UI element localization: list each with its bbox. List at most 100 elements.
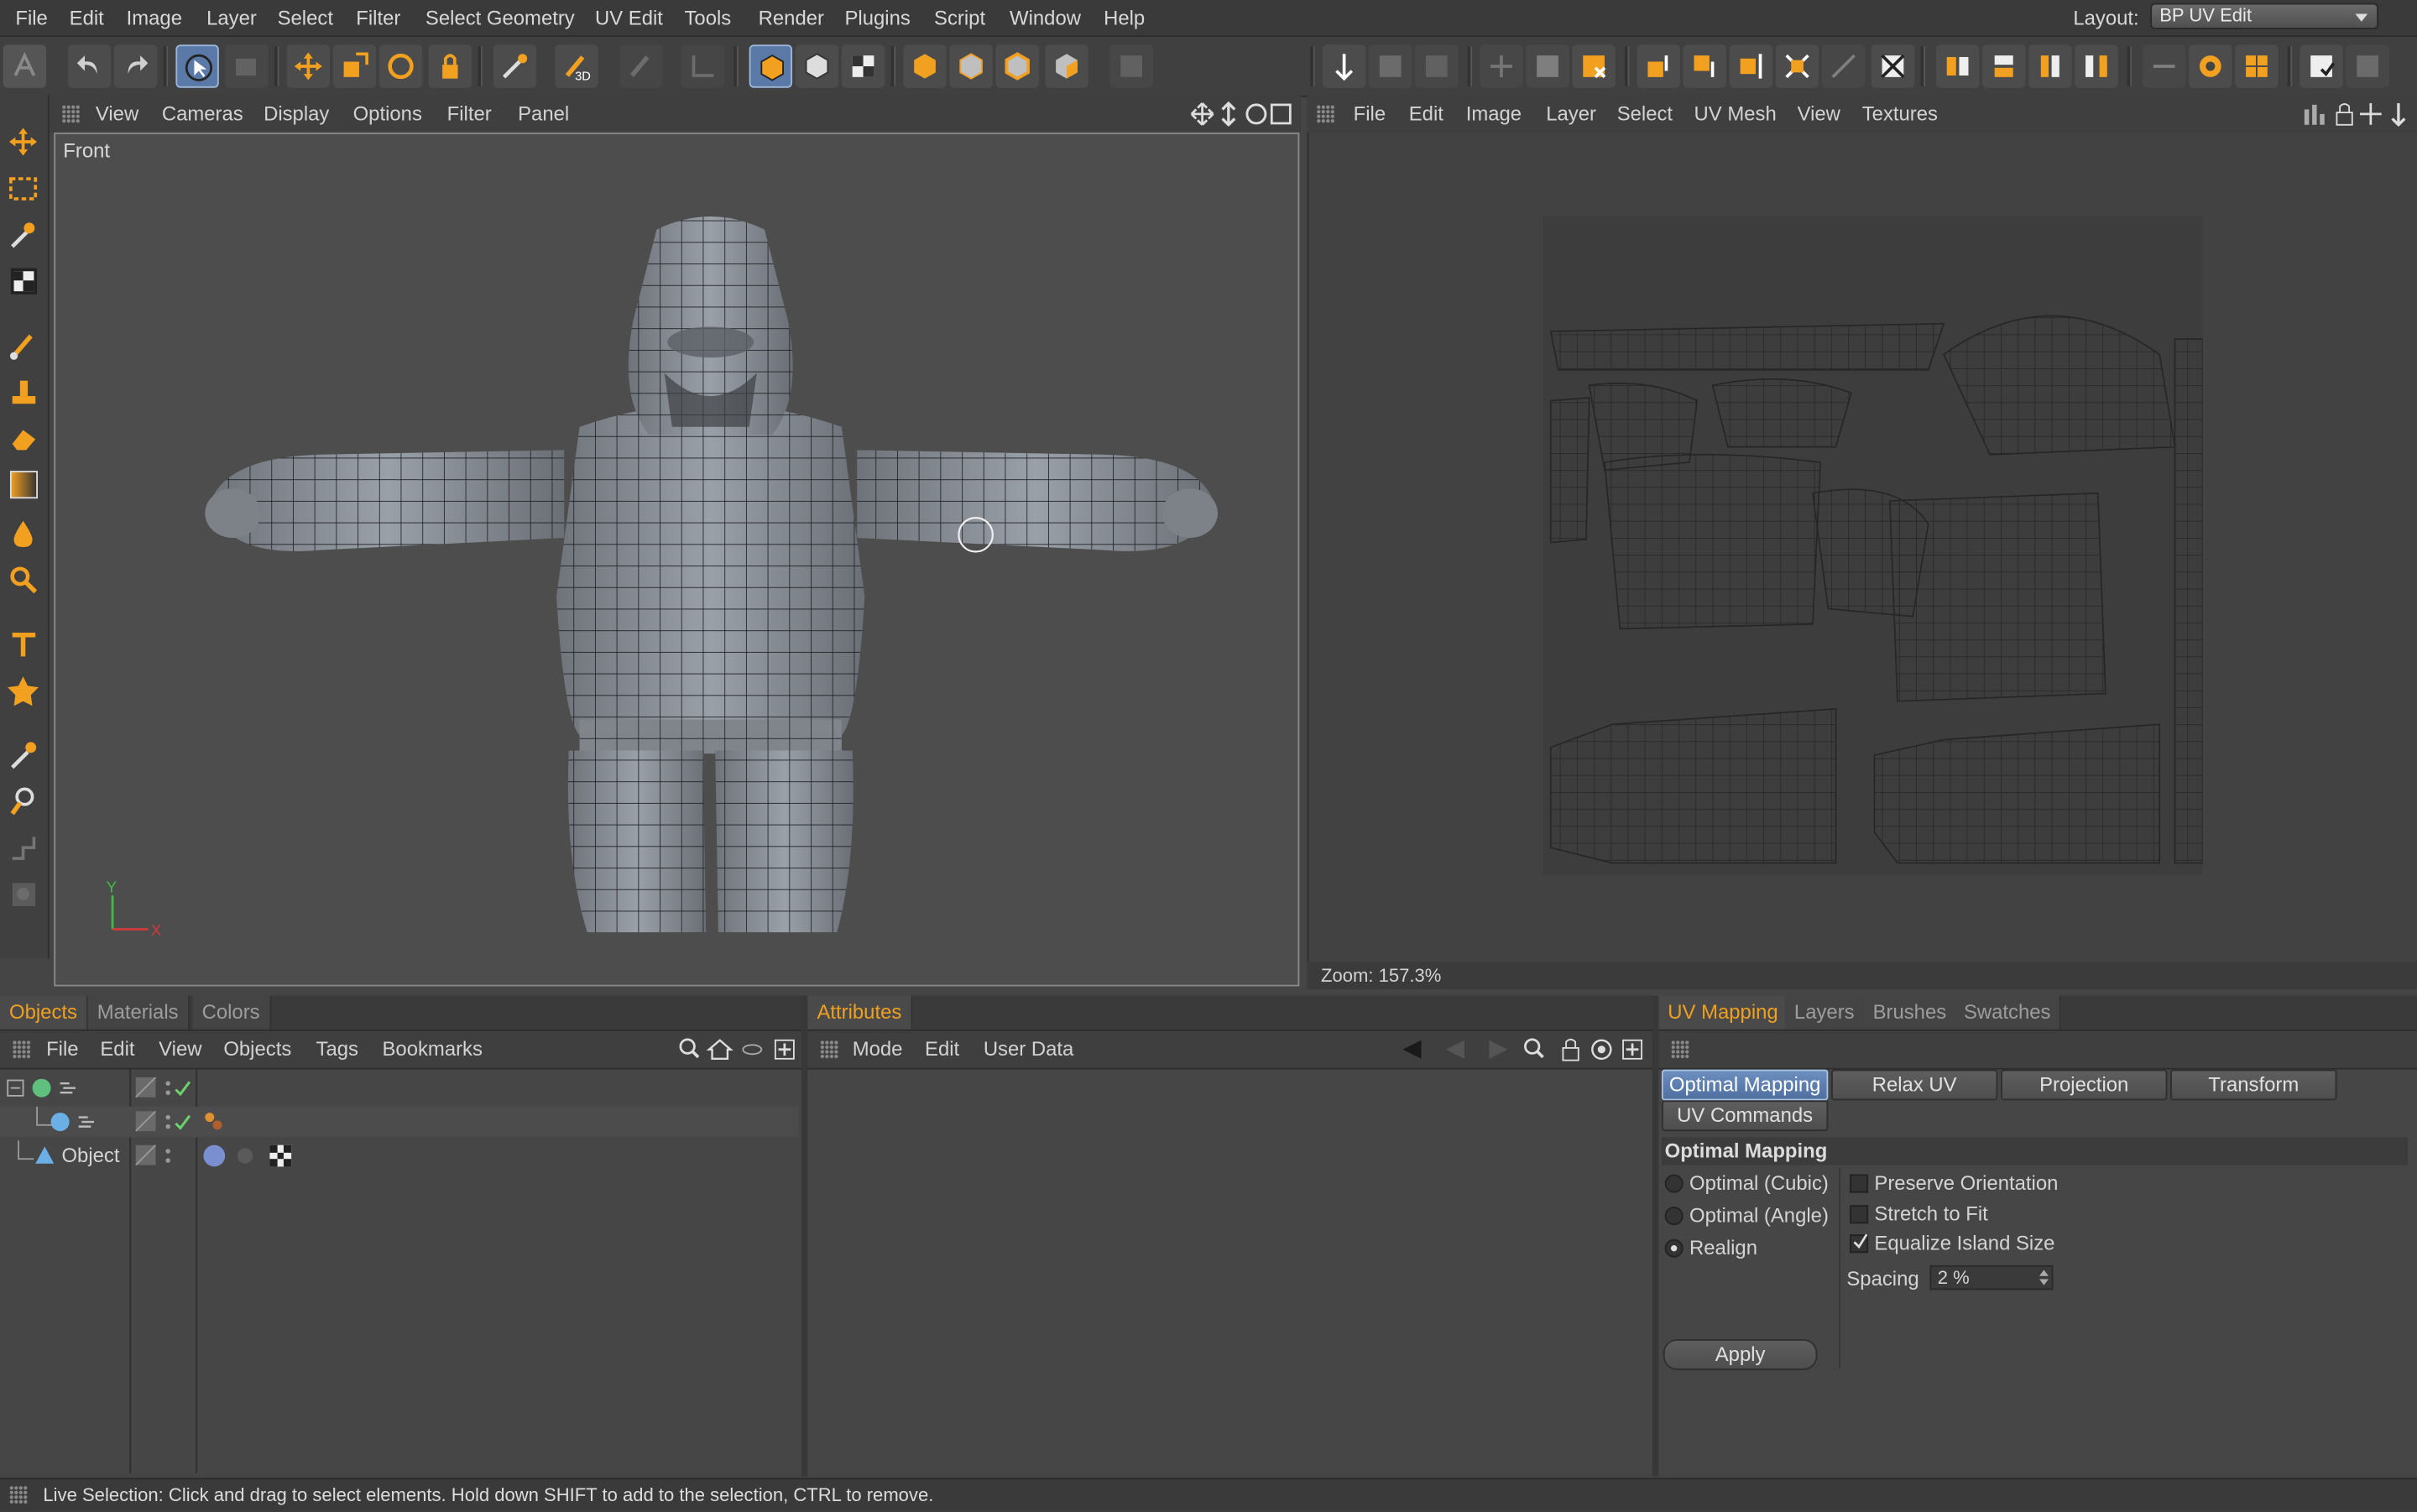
align-left-icon[interactable]	[1935, 44, 1980, 88]
viewport-menu-cameras[interactable]: Cameras	[162, 102, 243, 125]
visibility-icons[interactable]	[135, 1144, 197, 1167]
flip-vertical-icon[interactable]	[1729, 44, 1773, 88]
uv-menu-layer[interactable]: Layer	[1546, 102, 1596, 125]
magic-wand-icon[interactable]	[493, 44, 537, 88]
menu-image[interactable]: Image	[127, 6, 182, 29]
uv-menu-file[interactable]: File	[1354, 102, 1386, 125]
menu-edit[interactable]: Edit	[70, 6, 104, 29]
objects-search-icons[interactable]	[678, 1037, 796, 1061]
edges-mode-icon[interactable]	[995, 44, 1039, 88]
measure-icon[interactable]	[681, 44, 725, 88]
uv-island-icon[interactable]	[2189, 44, 2232, 88]
lock-tool-icon[interactable]	[428, 44, 472, 88]
spacing-input[interactable]: 2 %	[1929, 1264, 2054, 1290]
tab-colors[interactable]: Colors	[192, 995, 271, 1030]
checker-flag-icon[interactable]	[841, 44, 885, 88]
uv-menu-select[interactable]: Select	[1617, 102, 1673, 125]
undo-button[interactable]	[67, 44, 112, 88]
uv-nav-icons[interactable]	[2303, 102, 2411, 127]
uv-delete-icon[interactable]	[1572, 44, 1616, 88]
viewport-menu-panel[interactable]: Panel	[518, 102, 569, 125]
checkbox-equalize-island-size[interactable]	[1850, 1233, 1869, 1254]
scale-tool-icon[interactable]	[332, 44, 377, 88]
distribute-v-icon[interactable]	[2075, 44, 2118, 88]
object-tags-icons[interactable]	[202, 1144, 298, 1168]
tree-row[interactable]	[0, 1106, 799, 1138]
eyedropper-icon[interactable]	[5, 737, 44, 775]
checker-cube-icon[interactable]	[795, 44, 839, 88]
live-selection-button[interactable]	[175, 44, 219, 88]
rect-selection-icon[interactable]	[225, 44, 269, 88]
rotate-tool-icon[interactable]	[378, 44, 423, 88]
visibility-icons[interactable]	[135, 1111, 197, 1133]
uv-settings-icon[interactable]	[2346, 44, 2389, 88]
paint-3d-icon[interactable]: 3D	[555, 44, 598, 88]
points-mode-icon[interactable]	[949, 44, 993, 88]
panel-grip-icon[interactable]	[61, 104, 81, 123]
uv-grid-snap-icon[interactable]	[2235, 44, 2279, 88]
viewport-menu-view[interactable]: View	[96, 102, 138, 125]
layout-dropdown[interactable]: BP UV Edit	[2150, 3, 2379, 29]
marquee-icon[interactable]	[5, 169, 44, 208]
uv-canvas[interactable]	[1307, 132, 2417, 962]
workplane-icon[interactable]	[5, 875, 44, 914]
apply-button[interactable]: Apply	[1663, 1339, 1818, 1370]
uv-commands-button[interactable]: UV Commands	[1661, 1100, 1829, 1132]
tab-materials[interactable]: Materials	[87, 995, 190, 1030]
align-top-icon[interactable]	[1637, 44, 1681, 88]
uv-menu-image[interactable]: Image	[1466, 102, 1522, 125]
optimal-mapping-button[interactable]: Optimal Mapping	[1661, 1069, 1829, 1101]
uv-grid-icon[interactable]	[1480, 44, 1523, 88]
transform-button[interactable]: Transform	[2170, 1069, 2337, 1101]
tree-row[interactable]: Object	[0, 1140, 798, 1171]
distribute-h-icon[interactable]	[2028, 44, 2072, 88]
objects-menu-tags[interactable]: Tags	[316, 1037, 358, 1061]
model-mode-icon[interactable]	[903, 44, 947, 88]
tab-layers[interactable]: Layers	[1784, 995, 1866, 1030]
uv-checker-toggle-icon[interactable]	[2300, 44, 2343, 88]
3d-viewport-front[interactable]: Front Y X	[54, 132, 1300, 987]
fill-drop-icon[interactable]	[5, 514, 44, 553]
mirror-icon[interactable]	[1775, 44, 1819, 88]
uv-relax-icon[interactable]	[1821, 44, 1866, 88]
checkbox-stretch-to-fit[interactable]	[1850, 1205, 1869, 1224]
viewport-menu-filter[interactable]: Filter	[447, 102, 492, 125]
menu-select[interactable]: Select	[278, 6, 333, 29]
pen-tool-icon[interactable]	[3, 44, 47, 88]
radio-realign[interactable]	[1664, 1238, 1684, 1258]
uv-menu-uv-mesh[interactable]: UV Mesh	[1694, 102, 1777, 125]
panel-grip-icon[interactable]	[12, 1040, 31, 1059]
visibility-icons[interactable]	[135, 1077, 197, 1099]
star-shape-icon[interactable]	[5, 672, 44, 711]
tab-attributes[interactable]: Attributes	[807, 995, 913, 1030]
align-bottom-icon[interactable]	[1683, 44, 1727, 88]
redo-button[interactable]	[113, 44, 158, 88]
menu-plugins[interactable]: Plugins	[845, 6, 911, 29]
tab-objects[interactable]: Objects	[0, 995, 88, 1030]
stepper-icon[interactable]	[2039, 1270, 2049, 1285]
move-tool-icon[interactable]	[286, 44, 331, 88]
menu-tools[interactable]: Tools	[684, 6, 731, 29]
attributes-menu-mode[interactable]: Mode	[853, 1037, 903, 1061]
uv-menu-view[interactable]: View	[1798, 102, 1840, 125]
brush-icon[interactable]	[5, 326, 44, 365]
radio-optimal-angle[interactable]	[1664, 1207, 1684, 1226]
align-center-icon[interactable]	[1981, 44, 2026, 88]
magic-select-icon[interactable]	[5, 216, 44, 254]
objects-menu-edit[interactable]: Edit	[100, 1037, 134, 1061]
attributes-menu-edit[interactable]: Edit	[925, 1037, 959, 1061]
relax-uv-button[interactable]: Relax UV	[1830, 1069, 1998, 1101]
panel-grip-icon[interactable]	[820, 1040, 839, 1059]
viewport-menu-display[interactable]: Display	[264, 102, 329, 125]
menu-filter[interactable]: Filter	[356, 6, 400, 29]
menu-script[interactable]: Script	[934, 6, 985, 29]
tab-uv-mapping[interactable]: UV Mapping	[1658, 995, 1789, 1030]
zoom-tool-icon[interactable]	[5, 561, 44, 600]
viewport-nav-icons[interactable]	[1190, 102, 1292, 127]
color-pick-icon[interactable]	[5, 783, 44, 821]
stamp-icon[interactable]	[5, 373, 44, 411]
panel-grip-icon[interactable]	[1316, 104, 1335, 123]
objects-menu-view[interactable]: View	[159, 1037, 201, 1061]
eraser-icon[interactable]	[5, 420, 44, 458]
menu-help[interactable]: Help	[1104, 6, 1145, 29]
